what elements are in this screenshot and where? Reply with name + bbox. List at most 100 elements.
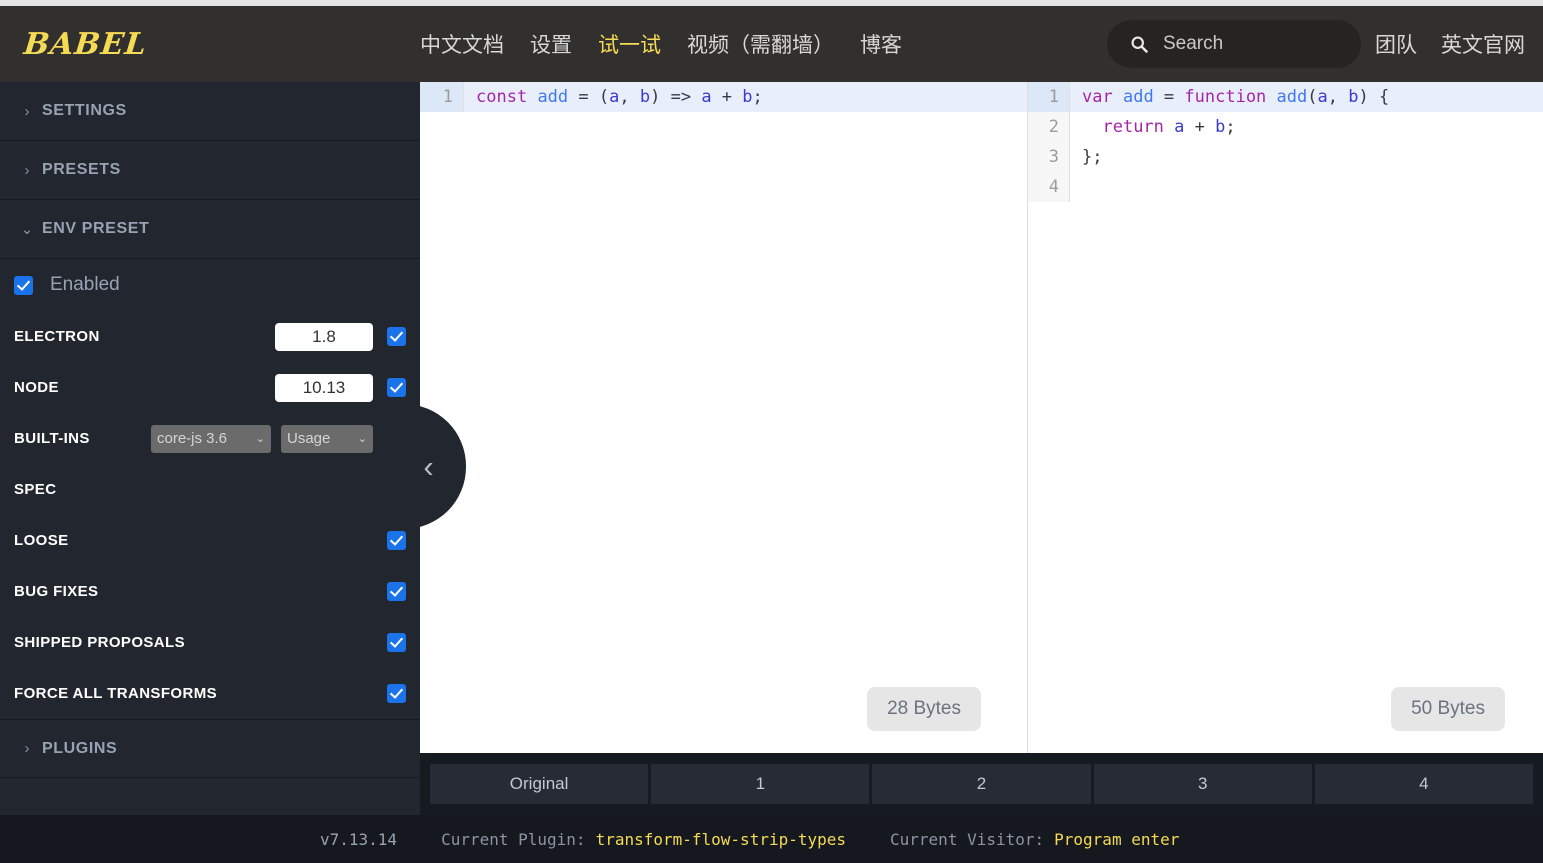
corejs-version-select[interactable]: core-js 3.6 ⌄	[151, 425, 271, 453]
code-token: b	[1215, 117, 1225, 137]
code-token	[527, 87, 537, 107]
code-token: =	[1154, 87, 1185, 107]
code-text	[1070, 172, 1543, 202]
sidebar-section-label: PLUGINS	[42, 740, 117, 758]
code-text: return a + b;	[1070, 112, 1543, 142]
code-token: a	[609, 87, 619, 107]
code-token: ;	[753, 87, 763, 107]
nav-link-4[interactable]: 博客	[860, 29, 902, 59]
code-token: a	[701, 87, 711, 107]
select-value: core-js 3.6	[157, 430, 227, 447]
code-token: function	[1184, 87, 1266, 107]
tab-4[interactable]: 4	[1315, 764, 1533, 804]
code-token: =	[568, 87, 599, 107]
code-token	[1082, 117, 1102, 137]
line-number: 1	[1028, 82, 1070, 112]
version-input[interactable]	[275, 323, 373, 351]
builtins-usage-select[interactable]: Usage ⌄	[281, 425, 373, 453]
chevron-down-icon: ⌄	[358, 432, 367, 445]
secondary-nav-link-0[interactable]: 团队	[1375, 29, 1417, 59]
current-plugin-label: Current Plugin:	[441, 830, 586, 849]
chevron-down-icon: ⌄	[256, 432, 265, 445]
nav-link-0[interactable]: 中文文档	[420, 29, 504, 59]
nav-link-1[interactable]: 设置	[530, 29, 572, 59]
status-bar: v7.13.14 Current Plugin: transform-flow-…	[0, 815, 1543, 863]
code-token: +	[1184, 117, 1215, 137]
output-code: 1var add = function add(a, b) {2 return …	[1028, 82, 1543, 202]
env-option-checkbox[interactable]	[387, 378, 406, 397]
env-option-label: ELECTRON	[14, 328, 275, 345]
env-option-label: BUILT-INS	[14, 430, 151, 447]
version-input[interactable]	[275, 374, 373, 402]
tab-2[interactable]: 2	[872, 764, 1090, 804]
input-bytes-badge: 28 Bytes	[867, 687, 981, 731]
tab-1[interactable]: 1	[651, 764, 869, 804]
code-token: {	[1379, 87, 1389, 107]
env-option-label: BUG FIXES	[14, 583, 387, 600]
code-line: 1const add = (a, b) => a + b;	[420, 82, 1027, 112]
code-token: add	[537, 87, 568, 107]
code-token	[1164, 117, 1174, 137]
select-value: Usage	[287, 430, 330, 447]
sidebar-section-plugins[interactable]: › PLUGINS	[0, 719, 420, 778]
code-line: 4	[1028, 172, 1543, 202]
nav-link-2[interactable]: 试一试	[598, 29, 661, 59]
env-option-checkbox[interactable]	[387, 582, 406, 601]
current-plugin-value: transform-flow-strip-types	[596, 830, 846, 849]
main-nav: 中文文档设置试一试视频（需翻墙） 博客	[420, 29, 1103, 59]
input-editor-pane[interactable]: 1const add = (a, b) => a + b; 28 Bytes	[420, 82, 1028, 753]
editor-area: 1const add = (a, b) => a + b; 28 Bytes 1…	[420, 82, 1543, 753]
env-enabled-checkbox[interactable]	[14, 276, 33, 295]
env-option-row: FORCE ALL TRANSFORMS	[14, 668, 406, 719]
nav-link-3[interactable]: 视频（需翻墙）	[687, 29, 834, 59]
secondary-nav-link-1[interactable]: 英文官网	[1441, 29, 1525, 59]
env-option-label: SHIPPED PROPOSALS	[14, 634, 387, 651]
env-option-checkbox[interactable]	[387, 633, 406, 652]
babel-version: v7.13.14	[320, 830, 397, 849]
secondary-nav: 团队英文官网	[1375, 29, 1543, 59]
babel-logo[interactable]: BABEL	[0, 27, 422, 62]
search-input[interactable]: Search	[1107, 20, 1361, 68]
code-token: ,	[1328, 87, 1348, 107]
code-token: ;	[1225, 117, 1235, 137]
code-token: const	[476, 87, 527, 107]
input-code[interactable]: 1const add = (a, b) => a + b;	[420, 82, 1027, 112]
current-visitor-value: Program enter	[1054, 830, 1179, 849]
search-icon	[1129, 34, 1149, 54]
env-option-row: BUG FIXES	[14, 566, 406, 617]
code-token: b	[1348, 87, 1358, 107]
output-bytes-badge: 50 Bytes	[1391, 687, 1505, 731]
env-option-label: LOOSE	[14, 532, 387, 549]
env-preset-body: Enabled ELECTRONNODEBUILT-INScore-js 3.6…	[0, 259, 420, 719]
line-number: 4	[1028, 172, 1070, 202]
code-token: }	[1082, 147, 1092, 167]
env-option-row: BUILT-INS core-js 3.6 ⌄ Usage ⌄	[14, 413, 406, 464]
code-token: ;	[1092, 147, 1102, 167]
code-token	[1113, 87, 1123, 107]
sidebar-section-presets[interactable]: › PRESETS	[0, 141, 420, 200]
code-token: a	[1318, 87, 1328, 107]
sidebar-section-settings[interactable]: › SETTINGS	[0, 82, 420, 141]
env-option-checkbox[interactable]	[387, 531, 406, 550]
code-token	[1266, 87, 1276, 107]
sidebar-section-label: PRESETS	[42, 161, 121, 179]
code-token: add	[1123, 87, 1154, 107]
chevron-left-icon: ‹	[423, 449, 433, 485]
env-option-checkbox[interactable]	[387, 327, 406, 346]
code-token: )	[650, 87, 660, 107]
env-enabled-label: Enabled	[50, 274, 120, 296]
search-placeholder: Search	[1163, 33, 1223, 55]
output-editor-pane[interactable]: 1var add = function add(a, b) {2 return …	[1028, 82, 1543, 753]
tab-original[interactable]: Original	[430, 764, 648, 804]
code-line: 3};	[1028, 142, 1543, 172]
env-option-row: SPEC	[14, 464, 406, 515]
env-option-label: NODE	[14, 379, 275, 396]
line-number: 3	[1028, 142, 1070, 172]
env-option-checkbox[interactable]	[387, 684, 406, 703]
sidebar-section-env-preset[interactable]: ⌄ ENV PRESET	[0, 200, 420, 259]
transform-step-tabbar: Original1234	[420, 753, 1543, 815]
code-token: var	[1082, 87, 1113, 107]
tab-3[interactable]: 3	[1094, 764, 1312, 804]
env-option-row: NODE	[14, 362, 406, 413]
code-token: (	[1307, 87, 1317, 107]
